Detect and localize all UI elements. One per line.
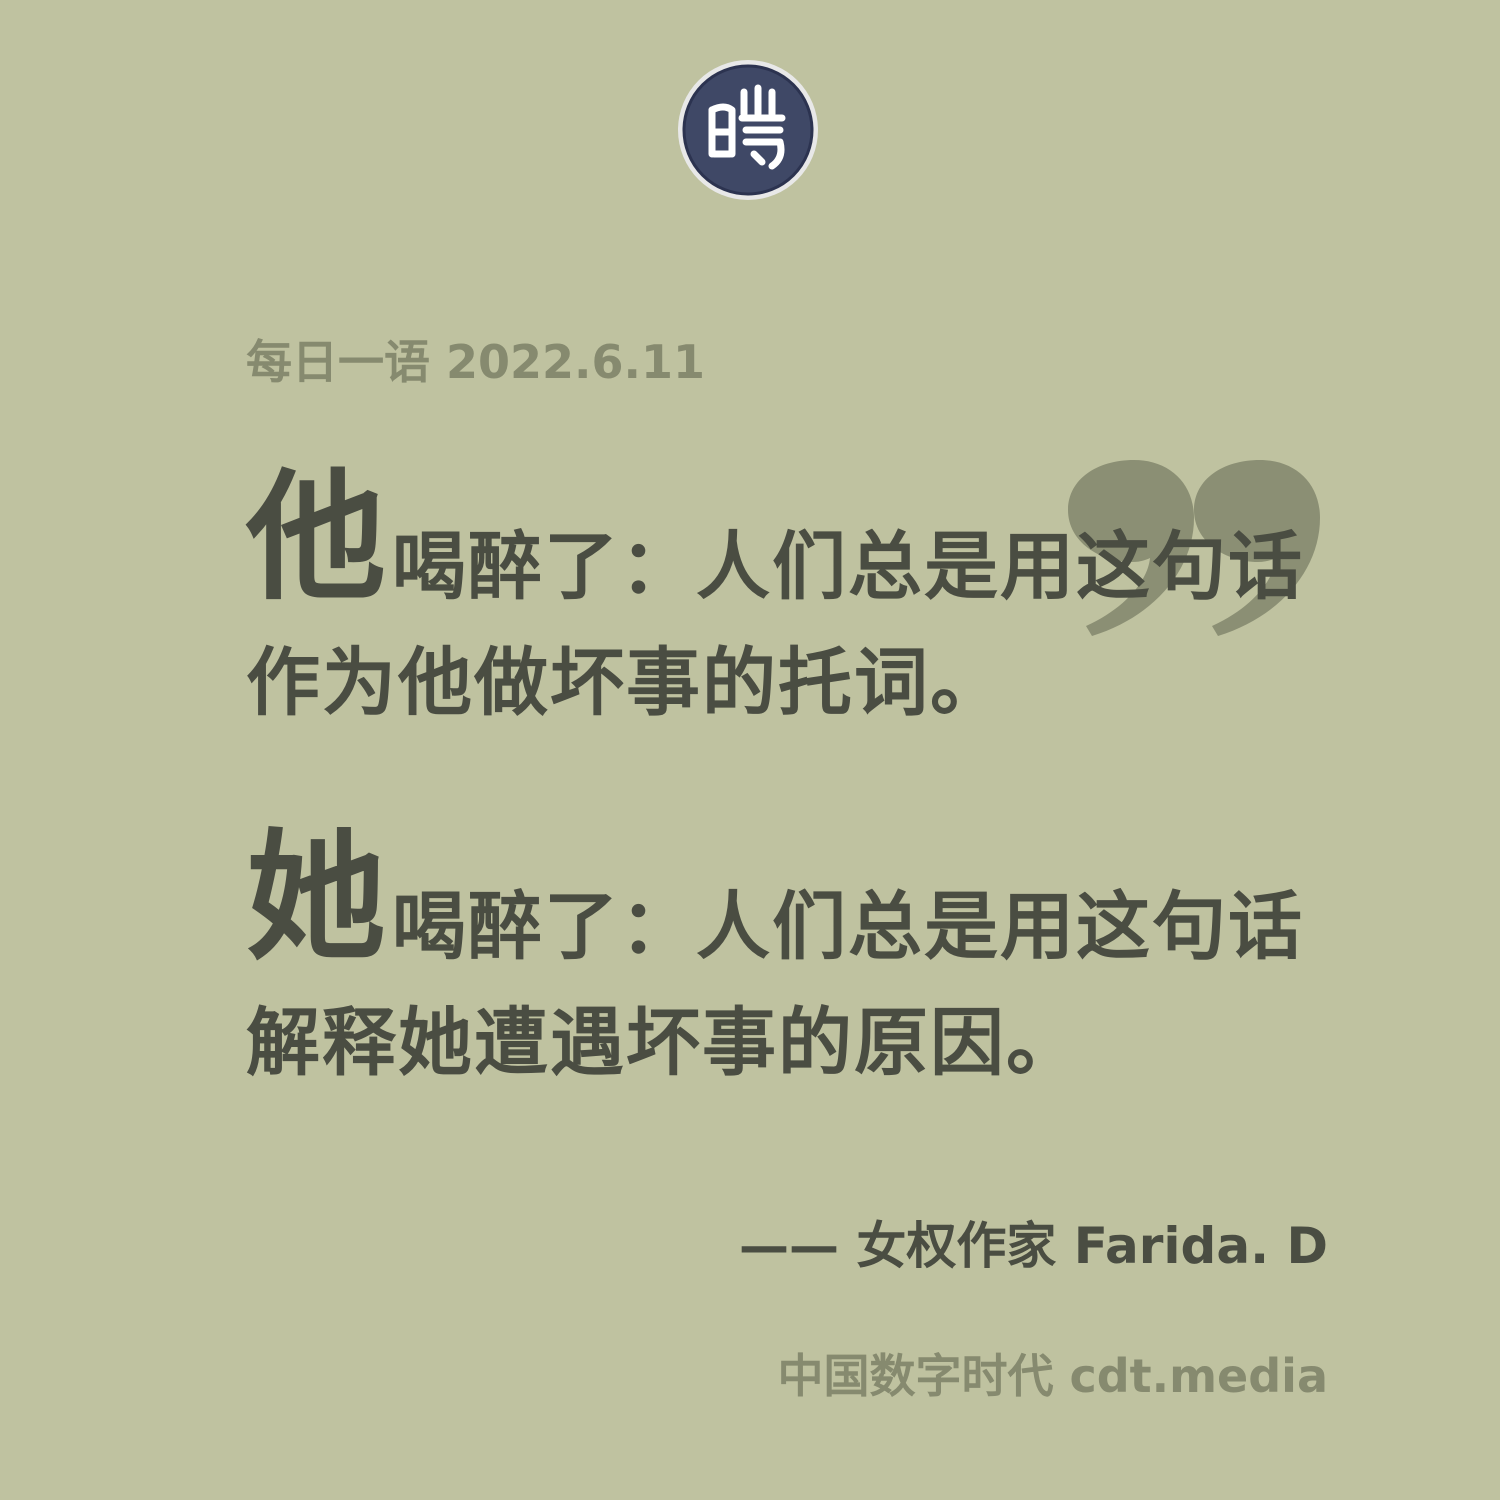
quote-block-he: 他 喝醉了：人们总是用这句话 作为他做坏事的托词。 xyxy=(246,466,1336,724)
quote-line-2: 作为他做坏事的托词。 xyxy=(246,640,1006,726)
date-line: 每日一语 2022.6.11 xyxy=(246,335,706,389)
quote-line-3-text: 喝醉了：人们总是用这句话 xyxy=(392,884,1304,970)
footer-credit: 中国数字时代 cdt.media xyxy=(777,1349,1328,1403)
quote-line-3: 她 喝醉了：人们总是用这句话 xyxy=(246,826,1336,968)
seal-icon xyxy=(678,60,818,200)
cdt-seal-logo xyxy=(676,58,820,202)
quote-line-1: 他 喝醉了：人们总是用这句话 xyxy=(246,466,1336,608)
quote-block-she: 她 喝醉了：人们总是用这句话 解释她遭遇坏事的原因。 xyxy=(246,826,1336,1084)
emphasis-char-he: 他 xyxy=(246,456,386,620)
quote-line-4: 解释她遭遇坏事的原因。 xyxy=(246,1000,1082,1086)
emphasis-char-she: 她 xyxy=(246,816,386,980)
quote-line-1-text: 喝醉了：人们总是用这句话 xyxy=(392,524,1304,610)
attribution: —— 女权作家 Farida. D xyxy=(738,1217,1328,1275)
